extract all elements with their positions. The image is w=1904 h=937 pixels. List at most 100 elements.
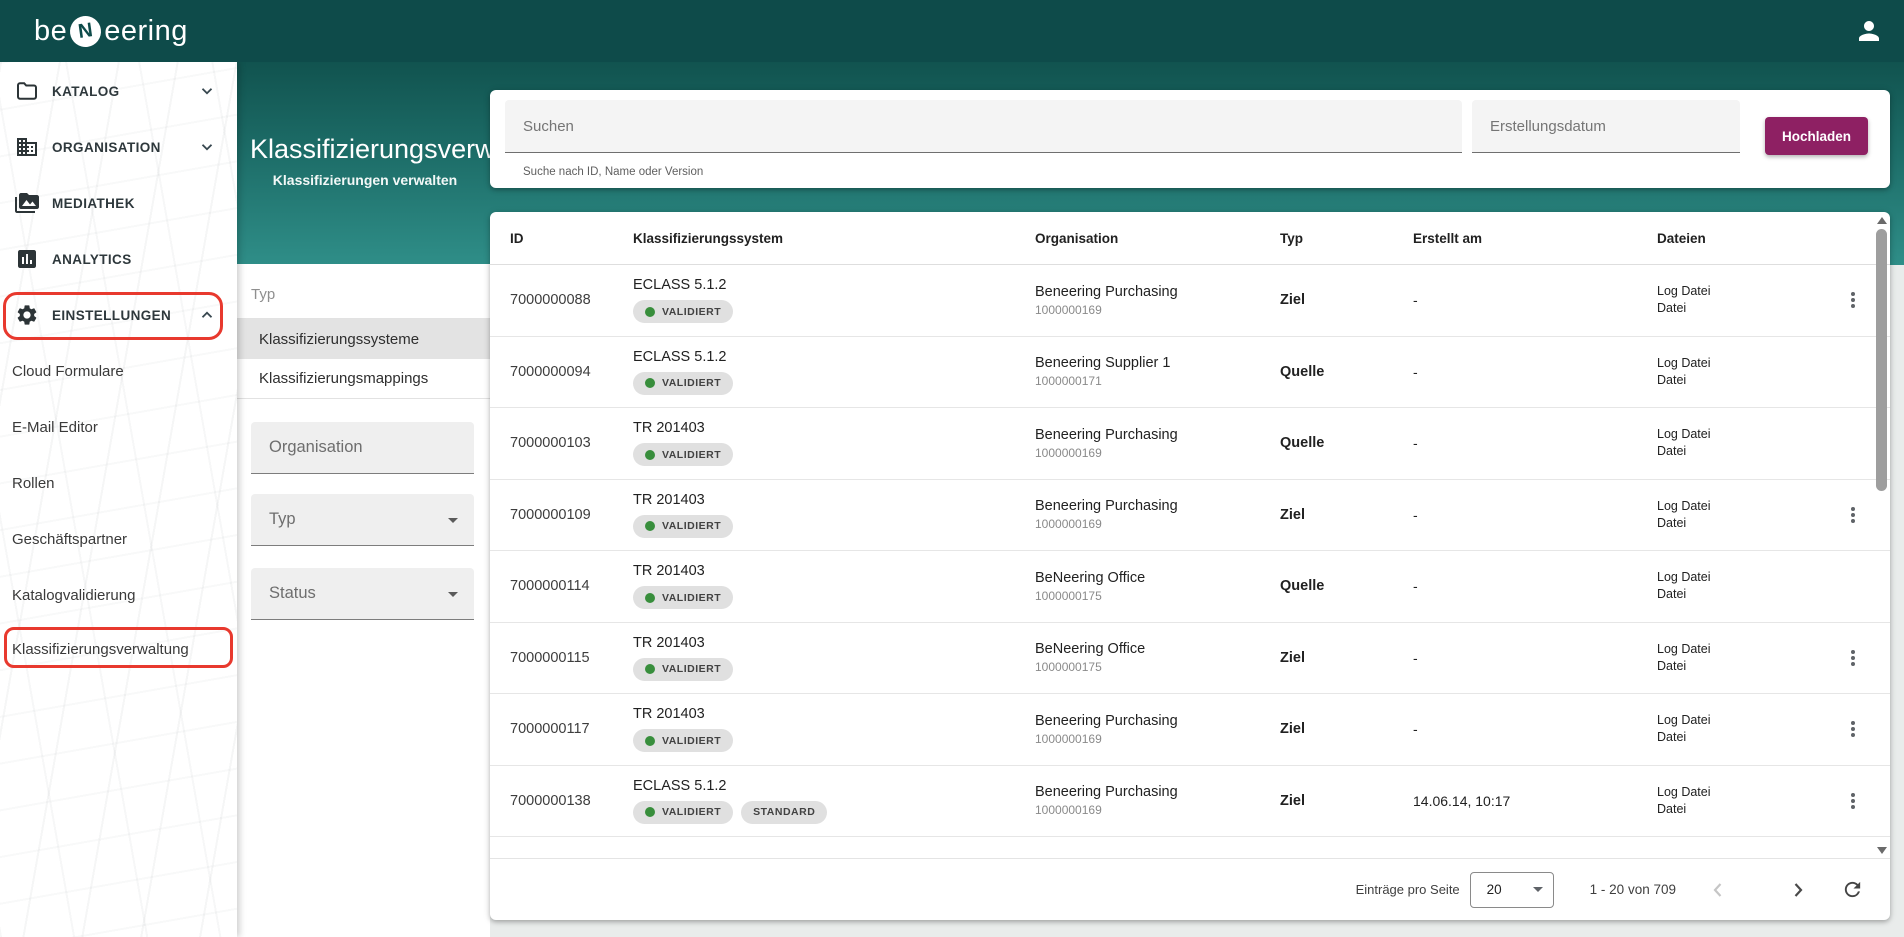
table-row[interactable]: 7000000114 TR 201403 VALIDIERT BeNeering… [490,551,1890,623]
upload-button[interactable]: Hochladen [1765,117,1868,155]
row-typ: Quelle [1280,578,1325,595]
row-files: Log Datei Datei [1637,766,1815,837]
log-file-link[interactable]: Log Datei [1657,283,1815,300]
search-card: Suche nach ID, Name oder Version Hochlad… [490,90,1890,188]
file-link[interactable]: Datei [1657,372,1815,389]
row-organisation: BeNeering Office 1000000175 [1015,623,1260,694]
status-badge-validiert: VALIDIERT [633,586,734,610]
table-row[interactable]: 7000000094 ECLASS 5.1.2 VALIDIERT Beneer… [490,337,1890,408]
row-menu-kebab-icon[interactable] [1841,288,1865,312]
status-badge-validiert: VALIDIERT [633,300,734,324]
previous-page-button[interactable] [1704,876,1732,904]
log-file-link[interactable]: Log Datei [1657,712,1815,729]
sidebar-item-mediathek[interactable]: MEDIATHEK [0,185,237,221]
search-input[interactable] [523,117,1385,135]
badge-row: VALIDIERT [633,300,1015,324]
row-menu-kebab-icon[interactable] [1841,789,1865,813]
file-link[interactable]: Datei [1657,515,1815,532]
table-row[interactable]: 7000000088 ECLASS 5.1.2 VALIDIERT Beneer… [490,265,1890,337]
filter-group-label: Typ [251,286,276,303]
sidebar-item-organisation[interactable]: ORGANISATION [0,129,237,165]
organisation-filter-field[interactable] [251,422,474,474]
file-link[interactable]: Datei [1657,586,1815,603]
row-id: 7000000103 [510,435,591,452]
tab-klassifizierungsmappings[interactable]: Klassifizierungsmappings [237,359,490,399]
sidebar-item-einstellungen[interactable]: EINSTELLUNGEN [0,297,237,333]
filter-panel: Typ Klassifizierungssysteme Klassifizier… [237,264,490,937]
green-dot-icon [645,807,655,818]
row-classification-system: TR 201403 VALIDIERT [613,480,1015,551]
row-typ: Ziel [1280,649,1305,666]
brand-logo[interactable]: be N eering [34,0,188,62]
sidebar-subitem-email-editor[interactable]: E-Mail Editor [0,409,237,445]
sidebar-subitem-cloud-formulare[interactable]: Cloud Formulare [0,353,237,389]
status-badge-validiert: VALIDIERT [633,800,734,824]
classification-system-name: ECLASS 5.1.2 [633,777,727,794]
sidebar-subitem-geschaeftspartner[interactable]: Geschäftspartner [0,521,237,557]
badge-label: VALIDIERT [662,734,722,747]
row-files: Log Datei Datei [1637,265,1815,336]
tab-label: Klassifizierungssysteme [259,330,420,348]
organisation-name: BeNeering Office [1035,569,1146,586]
sidebar-subitem-label: E-Mail Editor [12,418,98,436]
scrollbar-thumb[interactable] [1876,229,1887,491]
sidebar-subitem-klassifizierungsverwaltung[interactable]: Klassifizierungsverwaltung [0,631,237,667]
bar-chart-icon [18,250,36,268]
refresh-button[interactable] [1838,876,1866,904]
classification-system-name: TR 201403 [633,420,705,437]
tab-klassifizierungssysteme[interactable]: Klassifizierungssysteme [237,319,490,359]
sidebar-subitem-rollen[interactable]: Rollen [0,465,237,501]
organisation-name: Beneering Supplier 1 [1035,355,1171,372]
page-subtitle: Klassifizierungen verwalten [272,172,458,188]
file-link[interactable]: Datei [1657,443,1815,460]
scrollbar-up-arrow-icon[interactable] [1877,217,1887,224]
row-menu-kebab-icon[interactable] [1841,646,1865,670]
badge-row: VALIDIERT STANDARD [633,800,1015,824]
log-file-link[interactable]: Log Datei [1657,355,1815,372]
organisation-name: Beneering Purchasing [1035,283,1178,300]
row-created-at: - [1413,292,1418,309]
row-menu-kebab-icon[interactable] [1841,717,1865,741]
search-field[interactable] [505,100,1462,153]
typ-filter-select[interactable]: Typ [251,494,474,546]
organisation-filter-input[interactable] [269,438,449,457]
tab-label: Klassifizierungsmappings [259,370,429,387]
table-row[interactable]: 7000000109 TR 201403 VALIDIERT Beneering… [490,480,1890,551]
row-id: 7000000115 [510,649,590,666]
sidebar-item-analytics[interactable]: ANALYTICS [0,241,237,277]
per-page-select[interactable]: 20 [1469,871,1554,908]
scrollbar-down-arrow-icon[interactable] [1877,847,1887,854]
creation-date-input[interactable] [1490,117,1732,135]
badge-row: VALIDIERT [633,514,1015,538]
log-file-link[interactable]: Log Datei [1657,784,1815,801]
badge-label: VALIDIERT [662,806,722,819]
sidebar-item-katalog[interactable]: KATALOG [0,73,237,109]
organisation-id: 1000000169 [1035,731,1102,746]
file-link[interactable]: Datei [1657,658,1815,675]
log-file-link[interactable]: Log Datei [1657,498,1815,515]
status-filter-select[interactable]: Status [251,568,474,620]
log-file-link[interactable]: Log Datei [1657,426,1815,443]
creation-date-field[interactable] [1472,100,1740,153]
log-file-link[interactable]: Log Datei [1657,569,1815,586]
table-row[interactable]: 7000000138 ECLASS 5.1.2 VALIDIERT STANDA… [490,766,1890,837]
column-header-id: ID [510,230,524,246]
badge-row: VALIDIERT [633,586,1015,610]
table-row[interactable]: 7000000117 TR 201403 VALIDIERT Beneering… [490,694,1890,766]
log-file-link[interactable]: Log Datei [1657,641,1815,658]
top-app-bar: be N eering [0,0,1904,62]
table-row[interactable]: 7000000115 TR 201403 VALIDIERT BeNeering… [490,623,1890,694]
account-person-icon[interactable] [1854,16,1884,46]
next-page-button[interactable] [1784,876,1812,904]
building-icon [17,138,37,156]
file-link[interactable]: Datei [1657,801,1815,818]
table-row[interactable]: 7000000103 TR 201403 VALIDIERT Beneering… [490,408,1890,480]
file-link[interactable]: Datei [1657,300,1815,317]
organisation-id: 1000000171 [1035,374,1102,389]
sidebar-subitem-katalogvalidierung[interactable]: Katalogvalidierung [0,577,237,613]
row-menu-kebab-icon[interactable] [1841,503,1865,527]
organisation-id: 1000000169 [1035,302,1102,317]
row-created-at: - [1413,649,1418,666]
file-link[interactable]: Datei [1657,729,1815,746]
row-classification-system: TR 201403 VALIDIERT [613,694,1015,765]
